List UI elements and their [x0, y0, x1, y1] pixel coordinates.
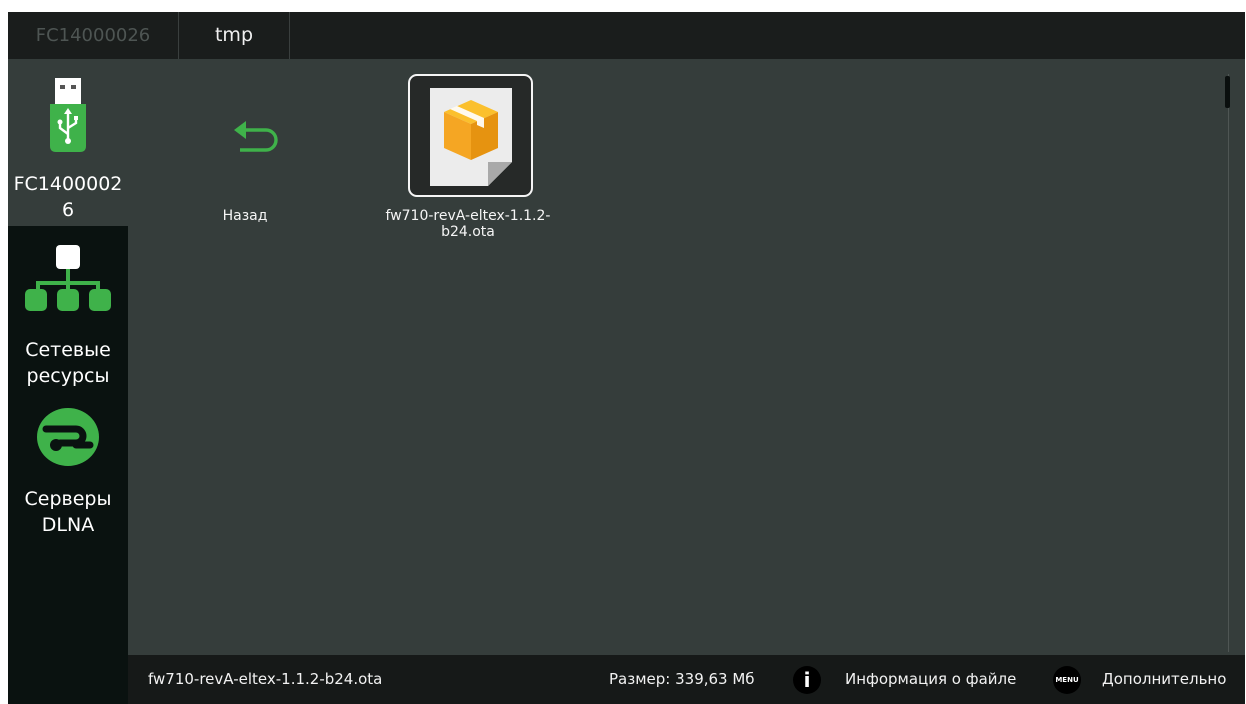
sidebar-item-network-resources[interactable]: Сетевые ресурсы	[8, 226, 128, 391]
breadcrumb-folder[interactable]: tmp	[179, 12, 290, 59]
breadcrumb: FC14000026 tmp	[8, 12, 1245, 59]
usb-drive-icon	[50, 78, 86, 152]
file-browser-screen: FC14000026 tmp FC1400002 6 Сетевые ресур…	[8, 12, 1245, 704]
file-name-label: fw710-revA-eltex-1.1.2- b24.ota	[385, 208, 551, 240]
back-tile[interactable]: Назад	[186, 76, 304, 236]
sidebar: FC1400002 6 Сетевые ресурсы Серверы DLNA	[8, 59, 128, 704]
back-arrow-icon	[234, 121, 278, 152]
network-icon	[25, 245, 111, 311]
sidebar-item-label: FC1400002 6	[13, 173, 123, 221]
back-label: Назад	[222, 208, 268, 224]
package-file-icon	[430, 88, 512, 186]
dlna-server-icon	[37, 408, 99, 466]
more-options-label[interactable]: Дополнительно	[1102, 655, 1226, 704]
sidebar-item-usb-drive[interactable]: FC1400002 6	[8, 59, 128, 226]
scrollbar-thumb[interactable]	[1225, 76, 1230, 108]
status-bar: fw710-revA-eltex-1.1.2-b24.ota Размер: 3…	[128, 655, 1245, 704]
scrollbar-track	[1228, 74, 1229, 652]
info-icon: i	[793, 666, 821, 694]
sidebar-item-dlna-servers[interactable]: Серверы DLNA	[8, 391, 128, 561]
file-tile[interactable]: fw710-revA-eltex-1.1.2- b24.ota	[368, 74, 568, 244]
file-size: Размер: 339,63 Мб	[609, 670, 755, 688]
file-selection-frame	[408, 74, 533, 197]
menu-icon: MENU	[1053, 666, 1081, 694]
sidebar-item-label: Сетевые ресурсы	[25, 339, 111, 387]
breadcrumb-device[interactable]: FC14000026	[8, 12, 179, 59]
sidebar-item-label: Серверы DLNA	[24, 488, 112, 536]
file-info-label[interactable]: Информация о файле	[845, 655, 1016, 704]
selected-file-name: fw710-revA-eltex-1.1.2-b24.ota	[148, 670, 383, 688]
